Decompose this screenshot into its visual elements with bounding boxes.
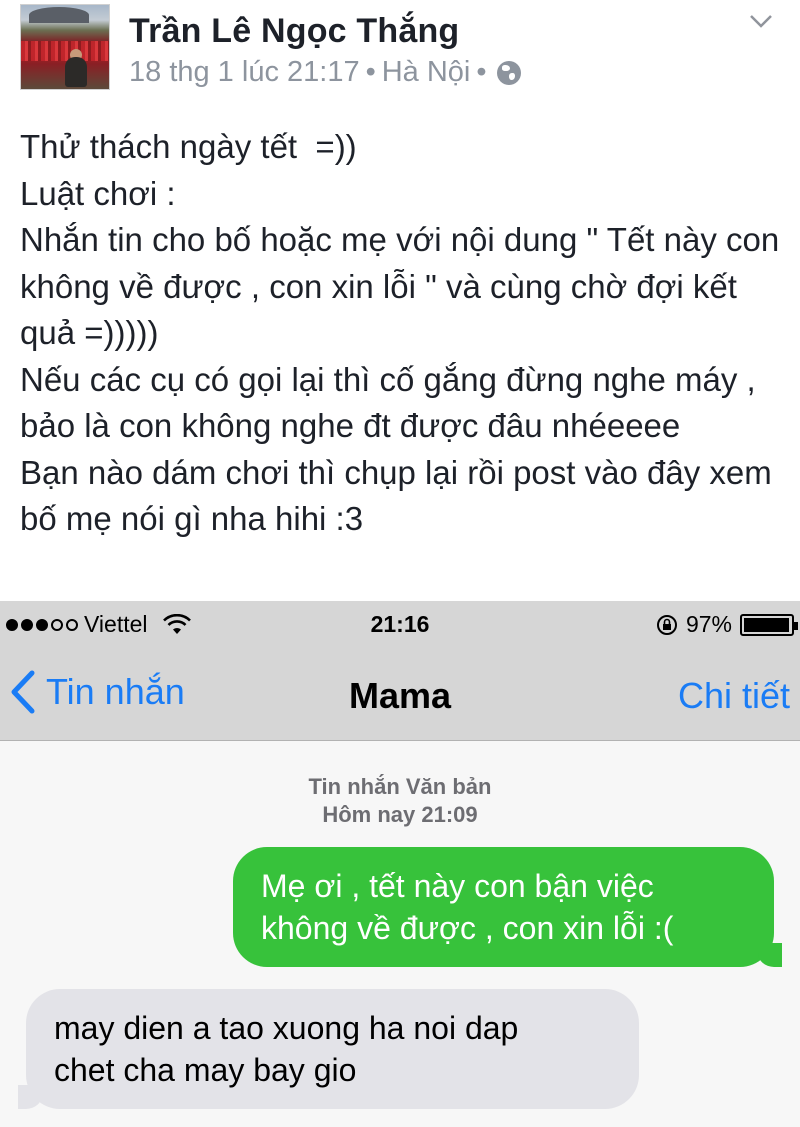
- globe-icon[interactable]: [496, 60, 521, 85]
- message-type-label: Tin nhắn Văn bản: [308, 774, 492, 799]
- received-message-text: may dien a tao xuong ha noi dap chet cha…: [54, 1010, 519, 1088]
- author-name[interactable]: Trần Lê Ngọc Thắng: [129, 12, 459, 51]
- post-line: Thử thách ngày tết =)): [20, 128, 357, 165]
- avatar-flowers: [21, 41, 109, 61]
- messages-screenshot: Viettel 21:16 97% Tin nhắn Mama Chi tiết…: [0, 601, 800, 1127]
- avatar[interactable]: [20, 4, 110, 90]
- navigation-bar: Tin nhắn Mama Chi tiết: [0, 649, 800, 741]
- battery-icon: [740, 613, 798, 636]
- message-date-label: Hôm nay 21:09: [322, 802, 478, 827]
- post-location[interactable]: Hà Nội: [382, 56, 471, 89]
- status-right: 97%: [656, 611, 798, 638]
- chevron-down-icon[interactable]: [746, 6, 776, 36]
- battery-fill: [744, 617, 789, 632]
- conversation: Tin nhắn Văn bản Hôm nay 21:09 Mẹ ơi , t…: [0, 741, 800, 1127]
- details-button[interactable]: Chi tiết: [678, 675, 790, 717]
- battery-percent: 97%: [685, 611, 732, 637]
- post-body: Thử thách ngày tết =)) Luật chơi : Nhắn …: [20, 124, 790, 543]
- meta-separator: •: [476, 56, 487, 88]
- rotation-lock-icon: [656, 614, 677, 635]
- avatar-person: [65, 57, 87, 87]
- sent-message-text: Mẹ ơi , tết này con bận việc không về đư…: [261, 868, 674, 946]
- post-line: Luật chơi :: [20, 174, 176, 212]
- post-line: Nếu các cụ có gọi lại thì cố gắng đừng n…: [20, 360, 765, 445]
- status-bar: Viettel 21:16 97%: [0, 601, 800, 649]
- post-line: Nhắn tin cho bố hoặc mẹ với nội dung " T…: [20, 221, 789, 351]
- post-line: Bạn nào dám chơi thì chụp lại rồi post v…: [20, 453, 781, 538]
- post-timestamp[interactable]: 18 thg 1 lúc 21:17: [129, 56, 360, 89]
- sent-message-bubble[interactable]: Mẹ ơi , tết này con bận việc không về đư…: [233, 847, 782, 967]
- thread-info: Tin nhắn Văn bản Hôm nay 21:09: [0, 773, 800, 829]
- avatar-roof: [29, 7, 89, 23]
- post-header: Trần Lê Ngọc Thắng 18 thg 1 lúc 21:17 • …: [0, 0, 800, 100]
- meta-separator: •: [365, 56, 376, 88]
- post-meta: 18 thg 1 lúc 21:17 • Hà Nội •: [129, 56, 521, 89]
- received-message-bubble[interactable]: may dien a tao xuong ha noi dap chet cha…: [18, 989, 639, 1109]
